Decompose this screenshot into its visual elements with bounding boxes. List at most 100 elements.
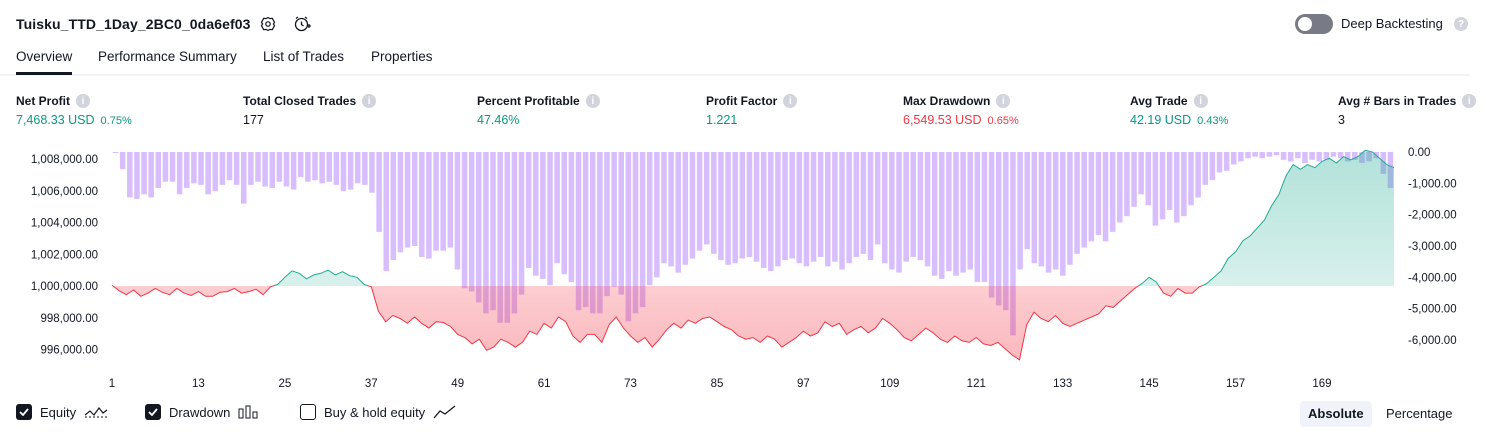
metric-value: 177 (243, 113, 264, 127)
drawdown-bar (718, 152, 724, 261)
drawdown-bar (1295, 152, 1301, 159)
drawdown-bar (1081, 152, 1087, 248)
drawdown-bar (988, 152, 995, 298)
drawdown-bar (1195, 152, 1201, 198)
help-icon[interactable]: ? (1454, 17, 1468, 31)
legend-equity[interactable]: Equity (16, 404, 108, 420)
x-axis-tick-label: 13 (192, 378, 205, 390)
metric-avg-trade: Avg Trade i 42.19 USD 0.43% (1130, 94, 1228, 127)
drawdown-bar (874, 152, 881, 245)
drawdown-bar (946, 152, 952, 272)
drawdown-bar (931, 152, 938, 276)
tab-overview[interactable]: Overview (16, 49, 73, 75)
drawdown-bar (226, 152, 233, 181)
drawdown-bar (433, 152, 439, 251)
metric-label: Net Profit (16, 94, 70, 108)
left-axis-tick-label: 996,000.00 (40, 345, 98, 357)
drawdown-bar (233, 152, 240, 185)
equity-drawdown-chart[interactable]: 1,008,000.00 1,006,000.00 1,004,000.00 1,00… (0, 140, 1486, 395)
right-axis-tick-label: -5,000.00 (1408, 304, 1457, 316)
drawdown-bar (1166, 152, 1173, 210)
drawdown-bar (1052, 152, 1059, 270)
drawdown-bar (262, 152, 268, 187)
drawdown-bar (917, 152, 924, 261)
tab-performance-summary[interactable]: Performance Summary (98, 49, 237, 72)
drawdown-bar (1138, 152, 1144, 195)
drawdown-bar (960, 152, 966, 273)
legend-buy-hold-equity[interactable]: Buy & hold equity (300, 404, 457, 420)
bar-chart-icon (238, 405, 258, 419)
equity-series (111, 149, 1395, 361)
drawdown-bar (732, 152, 738, 264)
drawdown-checkbox[interactable] (145, 404, 161, 420)
drawdown-bar (297, 152, 304, 178)
metric-avg-bars-in-trades: Avg # Bars in Trades i 3 (1338, 94, 1477, 127)
x-axis-tick-label: 37 (365, 378, 378, 390)
drawdown-bar (1152, 152, 1159, 226)
buy-hold-checkbox[interactable] (300, 404, 316, 420)
settings-gear-icon[interactable] (256, 12, 280, 36)
drawdown-bar (1060, 152, 1066, 276)
drawdown-bar (362, 152, 368, 185)
drawdown-bar (725, 152, 731, 265)
info-icon[interactable]: i (76, 94, 90, 108)
right-axis-tick-label: -2,000.00 (1408, 210, 1457, 222)
drawdown-bar (205, 152, 211, 195)
right-axis: 0.00 -1,000.00 -2,000.00 -3,000.00 -4,000.00… (1408, 147, 1457, 347)
add-alert-clock-icon[interactable] (290, 12, 314, 36)
info-icon[interactable]: i (362, 94, 377, 108)
drawdown-bar (639, 152, 646, 308)
info-icon[interactable]: i (1193, 94, 1208, 108)
drawdown-bar (411, 152, 418, 246)
drawdown-bar (760, 152, 767, 268)
drawdown-bar (119, 152, 126, 170)
drawdown-bar (974, 152, 981, 283)
drawdown-bar (668, 152, 674, 267)
absolute-button[interactable]: Absolute (1300, 401, 1372, 427)
drawdown-bar (810, 152, 817, 262)
drawdown-bar (1230, 152, 1237, 165)
drawdown-bar (419, 152, 425, 257)
drawdown-bar (533, 152, 539, 276)
info-icon[interactable]: i (585, 94, 600, 108)
x-axis-tick-label: 133 (1053, 378, 1072, 390)
equity-area-negative (112, 286, 1394, 360)
drawdown-bar (454, 152, 461, 270)
metric-value: 1.221 (706, 113, 738, 127)
drawdown-bar (618, 152, 624, 295)
info-icon[interactable]: i (996, 94, 1011, 108)
tab-list-of-trades[interactable]: List of Trades (263, 49, 344, 72)
percentage-button[interactable]: Percentage (1378, 401, 1461, 427)
deep-backtesting-toggle[interactable] (1295, 14, 1333, 34)
x-axis-tick-label: 49 (451, 378, 464, 390)
drawdown-bar (547, 152, 553, 286)
drawdown-bar (333, 152, 340, 185)
drawdown-bar (191, 152, 197, 184)
drawdown-bar (654, 152, 660, 278)
info-icon[interactable]: i (1462, 94, 1477, 108)
drawdown-bar (390, 152, 397, 261)
drawdown-bar (817, 152, 824, 257)
x-axis-tick-label: 157 (1226, 378, 1245, 390)
drawdown-bar (753, 152, 760, 262)
left-axis-tick-label: 1,000,000.00 (31, 281, 98, 293)
drawdown-bar (860, 152, 867, 254)
drawdown-bar (711, 152, 717, 254)
equity-checkbox[interactable] (16, 404, 32, 420)
drawdown-bar (354, 152, 361, 184)
drawdown-bar (1145, 152, 1152, 206)
drawdown-bar (789, 152, 795, 259)
drawdown-bar (1131, 152, 1137, 207)
legend-drawdown[interactable]: Drawdown (145, 404, 260, 420)
drawdown-bar (1223, 152, 1230, 171)
strategy-title: Tuisku_TTD_1Day_2BC0_0da6ef03 (16, 16, 251, 32)
tab-properties[interactable]: Properties (371, 49, 433, 72)
left-axis: 1,008,000.00 1,006,000.00 1,004,000.00 1,00… (31, 154, 98, 357)
metric-label: Max Drawdown (903, 94, 991, 108)
drawdown-bar (148, 152, 154, 198)
info-icon[interactable]: i (783, 94, 798, 108)
drawdown-bar (1067, 152, 1073, 265)
drawdown-bar (305, 152, 311, 182)
drawdown-bar (825, 152, 831, 267)
drawdown-bar (568, 152, 575, 283)
